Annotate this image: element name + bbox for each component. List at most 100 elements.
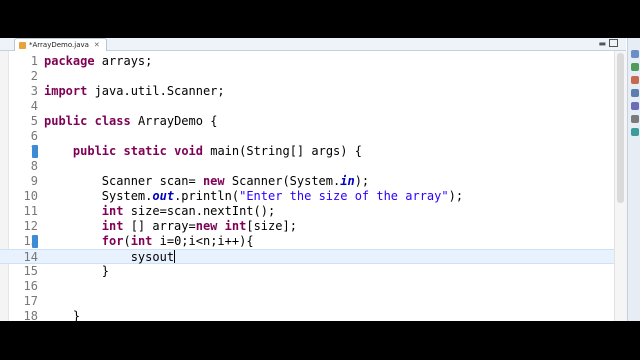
code-line[interactable]: 3 import java.util.Scanner; [0, 84, 626, 99]
code-token: i=0;i<n;i++){ [152, 234, 254, 248]
progress-icon[interactable] [631, 128, 639, 136]
code-token: Scanner scan= [44, 174, 203, 188]
code-token: ); [448, 189, 464, 203]
code-line[interactable]: 12 int [] array=new int[size]; [0, 219, 626, 234]
code-line[interactable]: 13 for(int i=0;i<n;i++){ [0, 234, 626, 249]
line-number: 16 [23, 279, 38, 293]
tab-title: *ArrayDemo.java [29, 41, 89, 49]
task-list-icon[interactable] [631, 63, 639, 71]
code-token: public [72, 144, 117, 158]
line-number: 14 [23, 250, 38, 264]
code-token: sysout [44, 250, 175, 264]
code-line[interactable]: 1 package arrays; [0, 54, 626, 69]
code-editor[interactable]: 1 package arrays; 2 3 import java.util.Scann… [0, 51, 627, 321]
code-token: void [174, 144, 203, 158]
code-line[interactable]: 8 [0, 159, 626, 174]
line-number: 12 [23, 219, 38, 233]
code-token: arrays; [94, 54, 153, 68]
code-token: out [152, 189, 175, 203]
code-line[interactable]: 17 [0, 294, 626, 309]
line-number: 4 [30, 99, 38, 113]
code-token: } [44, 309, 81, 321]
code-line[interactable]: 15 } [0, 264, 626, 279]
problems-icon[interactable] [631, 76, 639, 84]
line-number: 11 [23, 204, 38, 218]
line-number: 6 [30, 129, 38, 143]
tab-arraydemo-java[interactable]: *ArrayDemo.java ✕ [14, 38, 107, 51]
code-token: new [202, 174, 225, 188]
code-text: import java.util.Scanner; [44, 84, 225, 99]
maximize-icon[interactable] [609, 39, 618, 47]
code-token: main(String[] args) { [203, 144, 362, 158]
code-line[interactable]: 18 } [0, 309, 626, 321]
code-token: size=scan.nextInt(); [123, 204, 276, 218]
code-text: package arrays; [44, 54, 152, 69]
scrollbar-thumb[interactable] [617, 53, 624, 203]
fold-marker-icon[interactable] [32, 145, 38, 158]
code-token: ( [123, 234, 131, 248]
code-line[interactable]: 5 public class ArrayDemo { [0, 114, 626, 129]
vertical-scrollbar[interactable] [614, 51, 627, 321]
code-line[interactable]: 16 [0, 279, 626, 294]
minimize-icon[interactable]: ▬ [598, 39, 606, 48]
code-line[interactable]: 6 [0, 129, 626, 144]
declaration-icon[interactable] [631, 102, 639, 110]
code-token: ); [354, 174, 370, 188]
code-text: public static void main(String[] args) { [44, 144, 362, 159]
line-number: 10 [23, 189, 38, 203]
javadoc-icon[interactable] [631, 89, 639, 97]
line-number: 18 [23, 309, 38, 321]
code-text: public class ArrayDemo { [44, 114, 217, 129]
code-text: } [44, 264, 109, 279]
code-token: "Enter the size of the array" [239, 189, 449, 203]
line-number: 3 [30, 84, 38, 98]
code-text: for(int i=0;i<n;i++){ [44, 234, 254, 249]
code-token: new [195, 219, 218, 233]
code-token: package [44, 54, 95, 68]
code-token: public [44, 114, 88, 128]
code-line[interactable]: 11 int size=scan.nextInt(); [0, 204, 626, 219]
code-token: [size]; [246, 219, 297, 233]
code-line[interactable]: 2 [0, 69, 626, 84]
code-token: java.util.Scanner; [87, 84, 225, 98]
code-text: sysout [44, 250, 176, 265]
line-number: 1 [30, 54, 38, 68]
line-number: 9 [30, 174, 38, 188]
eclipse-editor-window: *ArrayDemo.java ✕ ▬ 1 package arrays; 2 3 im… [0, 38, 640, 321]
code-token: static [123, 144, 167, 158]
code-line[interactable]: 4 [0, 99, 626, 114]
code-line[interactable]: 14 sysout [0, 249, 626, 264]
code-line[interactable]: 7 public static void main(String[] args)… [0, 144, 626, 159]
code-token: int [101, 204, 124, 218]
code-token: System. [44, 189, 153, 203]
console-icon[interactable] [631, 115, 639, 123]
code-token: .println( [174, 189, 240, 203]
text-caret [174, 250, 176, 263]
line-number: 8 [30, 159, 38, 173]
code-text: System.out.println("Enter the size of th… [44, 189, 463, 204]
code-token: class [94, 114, 131, 128]
close-icon[interactable]: ✕ [94, 41, 100, 49]
code-text: int [] array=new int[size]; [44, 219, 297, 234]
code-line[interactable]: 10 System.out.println("Enter the size of… [0, 189, 626, 204]
code-text: int size=scan.nextInt(); [44, 204, 275, 219]
code-token: int [224, 219, 247, 233]
code-token: int [101, 219, 124, 233]
editor-tab-bar: *ArrayDemo.java ✕ ▬ [0, 38, 626, 51]
code-line[interactable]: 9 Scanner scan= new Scanner(System.in); [0, 174, 626, 189]
code-token: [] array= [123, 219, 196, 233]
code-token: int [130, 234, 153, 248]
code-token: } [44, 264, 110, 278]
code-token: import [44, 84, 88, 98]
code-text: Scanner scan= new Scanner(System.in); [44, 174, 369, 189]
line-number: 2 [30, 69, 38, 83]
fold-marker-icon[interactable] [32, 235, 38, 248]
outline-icon[interactable] [631, 50, 639, 58]
